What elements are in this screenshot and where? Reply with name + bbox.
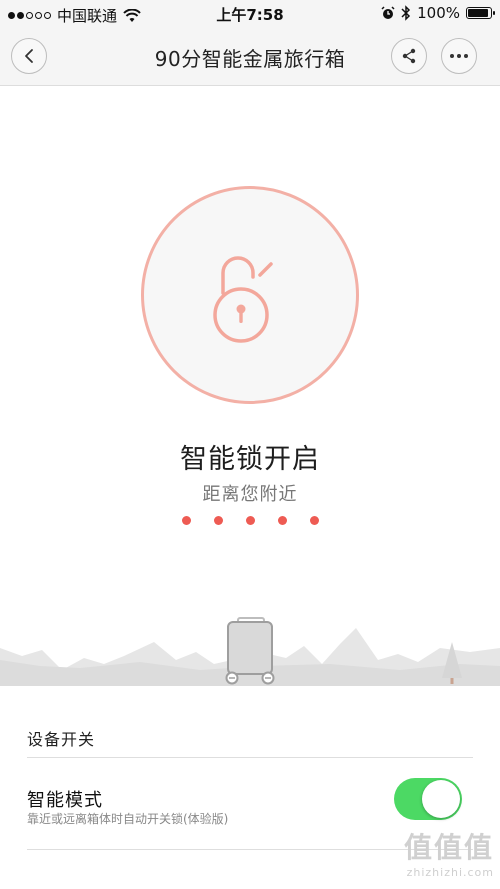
toggle-knob (422, 780, 460, 818)
status-bar: 中国联通 上午7:58 100% (0, 0, 500, 28)
smart-lock-button[interactable] (141, 186, 359, 404)
battery-percent: 100% (417, 4, 460, 22)
lock-status-subtitle: 距离您附近 (202, 484, 298, 505)
mountain-scene-illustration (0, 617, 500, 686)
smart-mode-label: 智能模式 (27, 790, 103, 811)
status-dot (278, 516, 287, 525)
bluetooth-icon (401, 5, 411, 21)
unlocked-padlock-icon (213, 256, 273, 343)
status-dots (182, 516, 322, 526)
lock-status-title: 智能锁开启 (180, 444, 320, 475)
battery-icon (466, 7, 495, 19)
status-dot (310, 516, 319, 525)
status-dot (246, 516, 255, 525)
status-dot (214, 516, 223, 525)
share-icon (402, 48, 416, 64)
divider (27, 757, 473, 758)
smart-mode-description: 靠近或远离箱体时自动开关锁(体验版) (27, 812, 229, 826)
page-title: 90分智能金属旅行箱 (154, 47, 346, 71)
section-title: 设备开关 (27, 730, 96, 749)
alarm-clock-icon (381, 6, 395, 19)
navigation-bar: 90分智能金属旅行箱 (0, 28, 500, 86)
smart-mode-toggle[interactable] (394, 778, 462, 820)
watermark-url: zhizhizhi.com (406, 866, 494, 879)
watermark: 值值值 zhizhizhi.com (404, 826, 494, 879)
suitcase-icon (225, 617, 275, 685)
more-dots-icon (450, 54, 468, 58)
settings-panel: 设备开关 智能模式 靠近或远离箱体时自动开关锁(体验版) 值值值 zhizhiz… (0, 686, 500, 889)
watermark-logo: 值值值 (403, 831, 494, 864)
share-button[interactable] (391, 38, 427, 74)
more-button[interactable] (441, 38, 477, 74)
back-button[interactable] (11, 38, 47, 74)
chevron-left-icon (25, 49, 33, 63)
status-right: 100% (381, 4, 495, 22)
status-dot (182, 516, 191, 525)
